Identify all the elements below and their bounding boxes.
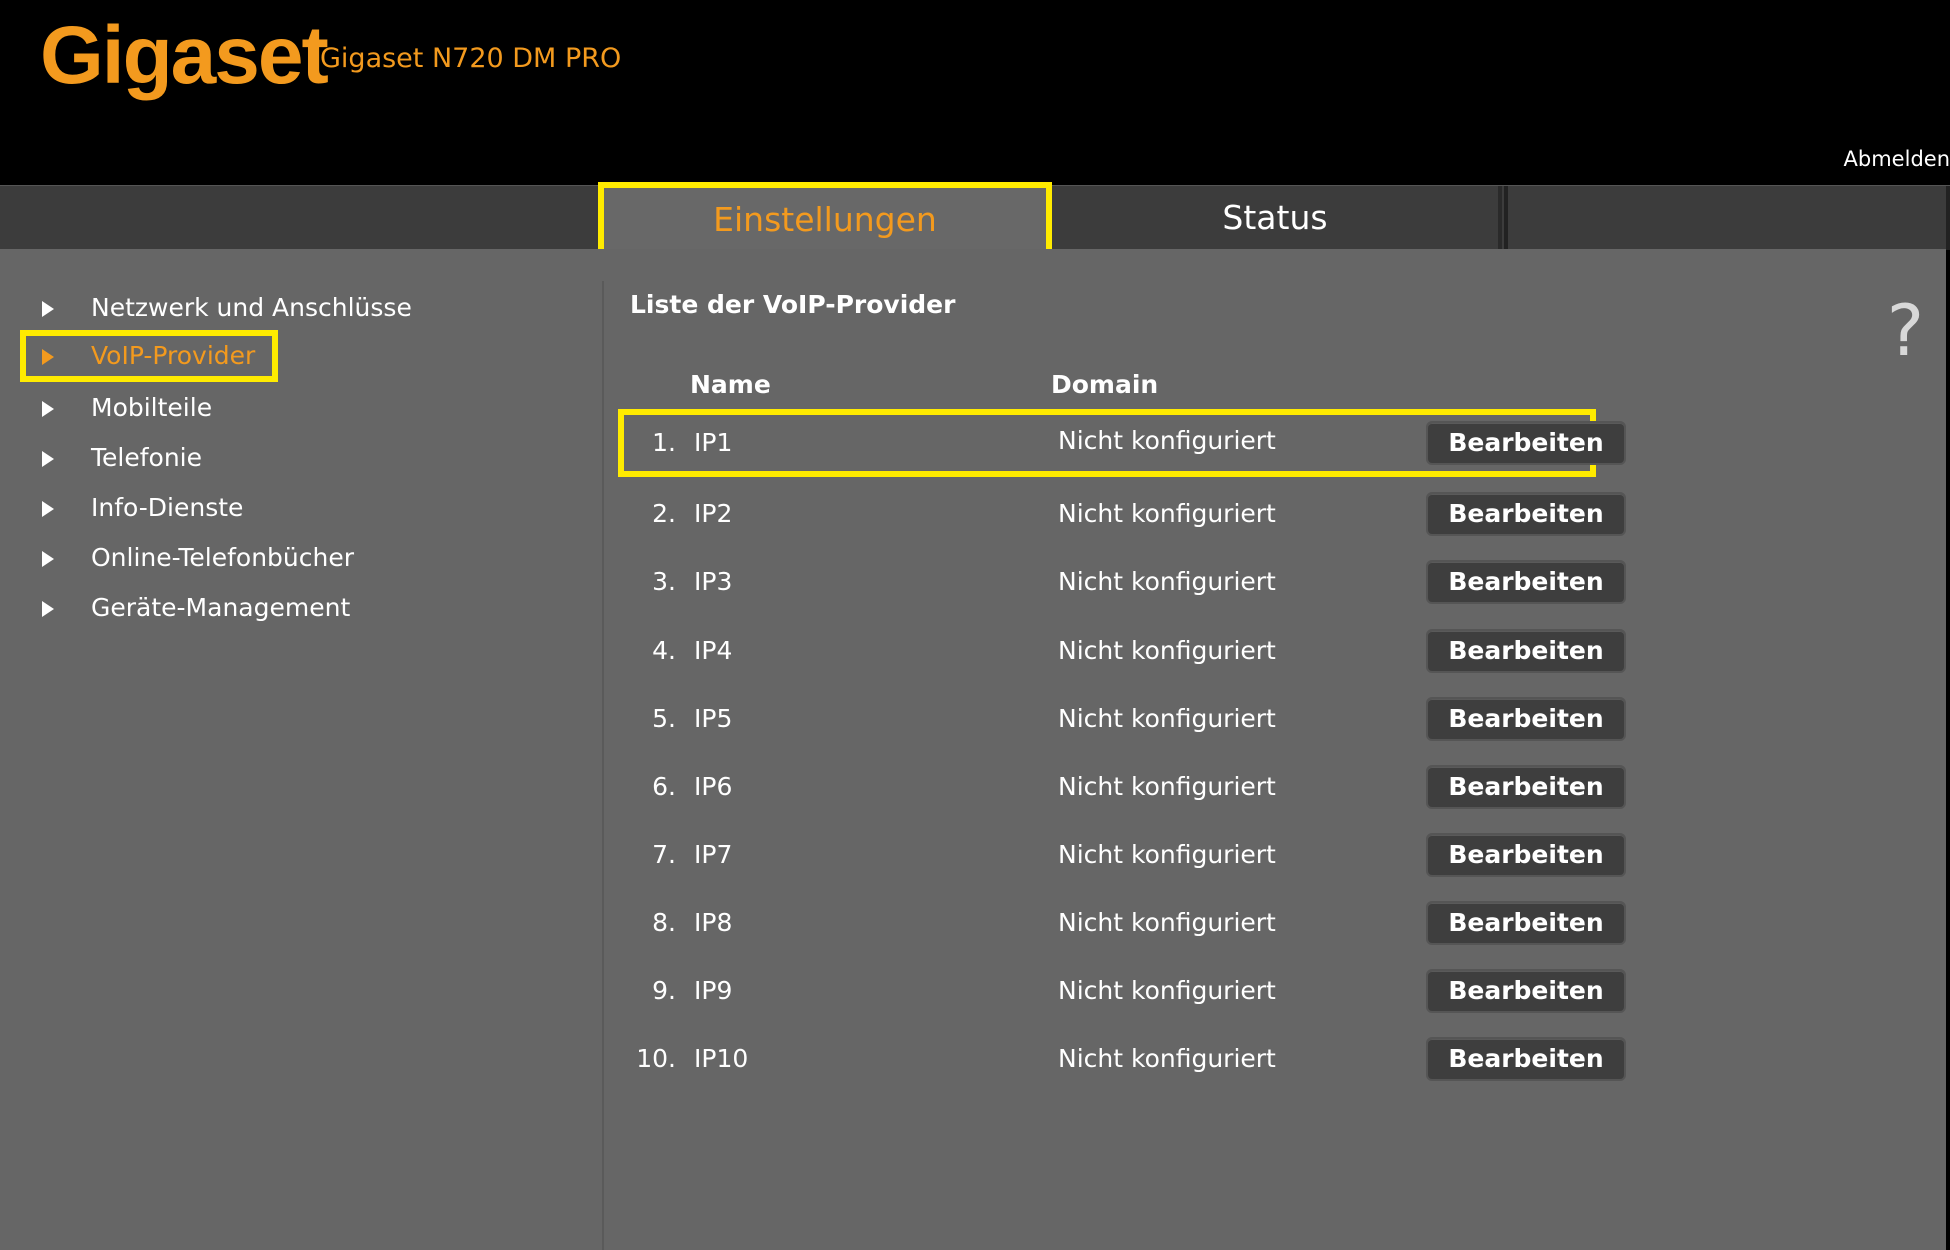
tabbar-edge [1946,186,1950,250]
provider-name: IP4 [694,636,733,665]
edit-button[interactable]: Bearbeiten [1426,833,1626,877]
provider-name: IP5 [694,704,733,733]
provider-name: IP2 [694,499,733,528]
table-row: 3. IP3 Nicht konfiguriert Bearbeiten [618,548,1626,616]
provider-domain: Nicht konfiguriert [1058,426,1276,455]
content-area: Netzwerk und Anschlüsse VoIP-Provider Mo… [0,249,1946,1250]
provider-domain: Nicht konfiguriert [1058,908,1276,937]
table-row: 7. IP7 Nicht konfiguriert Bearbeiten [618,821,1626,889]
edit-button[interactable]: Bearbeiten [1426,765,1626,809]
table-row: 9. IP9 Nicht konfiguriert Bearbeiten [618,957,1626,1025]
provider-domain: Nicht konfiguriert [1058,499,1276,528]
main-tabbar: Einstellungen Status [0,182,1950,258]
table-row: 1. IP1 Nicht konfiguriert Bearbeiten [618,409,1626,477]
row-number: 4. [652,636,676,665]
table-row: 5. IP5 Nicht konfiguriert Bearbeiten [618,685,1626,753]
row-number: 2. [652,499,676,528]
sidebar-item-label: Telefonie [91,443,202,472]
main-panel: Liste der VoIP-Provider ? Name Domain 1.… [604,249,1946,1250]
table-row: 6. IP6 Nicht konfiguriert Bearbeiten [618,753,1626,821]
table-row: 2. IP2 Nicht konfiguriert Bearbeiten [618,480,1626,548]
help-icon[interactable]: ? [1887,291,1924,371]
triangle-right-icon [42,501,54,517]
edit-button[interactable]: Bearbeiten [1426,560,1626,604]
gigaset-logo: Gigaset [40,10,329,101]
triangle-right-icon [42,451,54,467]
provider-name: IP8 [694,908,733,937]
header: Gigaset Gigaset N720 DM PRO Abmelden [0,0,1950,185]
column-header-domain: Domain [1051,370,1159,399]
provider-domain: Nicht konfiguriert [1058,636,1276,665]
page-title: Liste der VoIP-Provider [630,290,956,319]
triangle-right-icon [42,551,54,567]
table-row: 4. IP4 Nicht konfiguriert Bearbeiten [618,617,1626,685]
provider-name: IP10 [694,1044,749,1073]
provider-name: IP7 [694,840,733,869]
sidebar-item-label: Geräte-Management [91,593,351,622]
triangle-right-icon [42,349,54,365]
tab-divider [1504,186,1508,250]
sidebar: Netzwerk und Anschlüsse VoIP-Provider Mo… [0,249,604,1250]
sidebar-item-label: Netzwerk und Anschlüsse [91,293,412,322]
row-number: 6. [652,772,676,801]
row-number: 3. [652,567,676,596]
row-number: 5. [652,704,676,733]
edit-button[interactable]: Bearbeiten [1426,1037,1626,1081]
sidebar-item-label: Mobilteile [91,393,213,422]
sidebar-item-voip-provider[interactable]: VoIP-Provider [20,330,278,382]
edit-button[interactable]: Bearbeiten [1426,492,1626,536]
row-number: 10. [636,1044,676,1073]
provider-domain: Nicht konfiguriert [1058,567,1276,596]
row-number: 7. [652,840,676,869]
tab-einstellungen[interactable]: Einstellungen [598,182,1052,258]
sidebar-item-label: Info-Dienste [91,493,244,522]
provider-domain: Nicht konfiguriert [1058,772,1276,801]
provider-domain: Nicht konfiguriert [1058,976,1276,1005]
row-number: 9. [652,976,676,1005]
edit-button[interactable]: Bearbeiten [1426,421,1626,465]
triangle-right-icon [42,301,54,317]
sidebar-item-label: VoIP-Provider [91,341,256,370]
column-header-name: Name [690,370,771,399]
row-number: 8. [652,908,676,937]
logout-link[interactable]: Abmelden [1844,146,1950,172]
table-row: 8. IP8 Nicht konfiguriert Bearbeiten [618,889,1626,957]
edit-button[interactable]: Bearbeiten [1426,901,1626,945]
provider-domain: Nicht konfiguriert [1058,1044,1276,1073]
edit-button[interactable]: Bearbeiten [1426,697,1626,741]
provider-name: IP1 [694,428,733,457]
provider-domain: Nicht konfiguriert [1058,704,1276,733]
tab-status[interactable]: Status [1052,186,1502,250]
row-number: 1. [652,428,676,457]
table-row: 10. IP10 Nicht konfiguriert Bearbeiten [618,1025,1626,1093]
provider-domain: Nicht konfiguriert [1058,840,1276,869]
provider-name: IP3 [694,567,733,596]
provider-name: IP6 [694,772,733,801]
provider-name: IP9 [694,976,733,1005]
triangle-right-icon [42,601,54,617]
edit-button[interactable]: Bearbeiten [1426,969,1626,1013]
device-name: Gigaset N720 DM PRO [320,43,622,74]
triangle-right-icon [42,401,54,417]
edit-button[interactable]: Bearbeiten [1426,629,1626,673]
sidebar-item-label: Online-Telefonbücher [91,543,355,572]
